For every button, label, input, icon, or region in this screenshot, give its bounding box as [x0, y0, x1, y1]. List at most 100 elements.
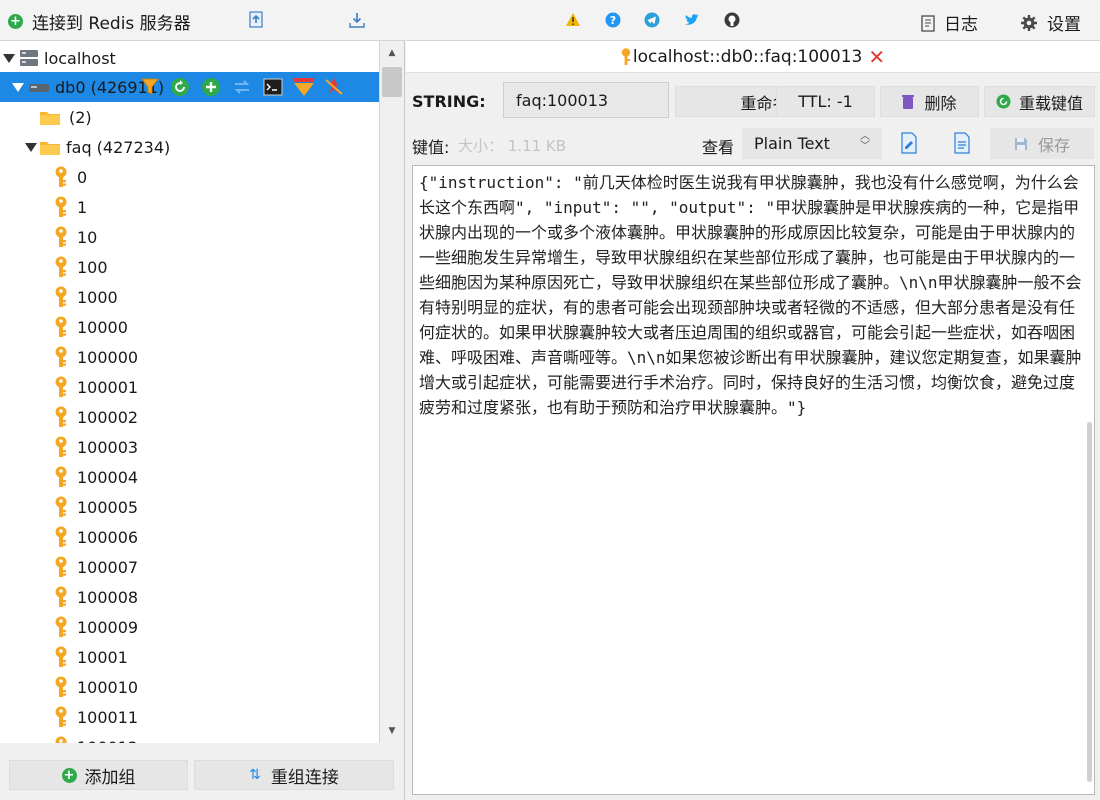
view-mode-select[interactable]: Plain Text ︿ ﹀: [742, 128, 882, 159]
telegram-icon[interactable]: [644, 12, 660, 28]
add-key-icon[interactable]: [201, 77, 221, 97]
folder-icon: [40, 111, 60, 125]
key-icon: [55, 616, 67, 637]
tree-key-item[interactable]: 100007: [0, 552, 379, 582]
value-content[interactable]: {"instruction": "前几天体检时医生说我有甲状腺囊肿，我也没有什么…: [419, 170, 1087, 420]
filter-icon[interactable]: [140, 77, 160, 97]
right-toolbar: ? 日志 设置: [406, 0, 1100, 41]
key-label: 100006: [77, 527, 139, 547]
tree-key-item[interactable]: 100004: [0, 462, 379, 492]
regroup-button[interactable]: ⇅ 重组连接: [194, 760, 394, 790]
regroup-label: 重组连接: [270, 767, 339, 788]
delete-button[interactable]: 删除: [880, 86, 979, 117]
tree-key-item[interactable]: 100002: [0, 402, 379, 432]
edit-json-icon[interactable]: [900, 132, 918, 154]
save-label: 保存: [1037, 135, 1070, 155]
tree-key-item[interactable]: 100000: [0, 342, 379, 372]
tree-key-item[interactable]: 10: [0, 222, 379, 252]
tab-title: localhost::db0::faq:100013: [632, 46, 863, 67]
trash-icon: [902, 95, 915, 109]
tree-folder-empty[interactable]: (2): [0, 102, 379, 132]
left-bottom-bar: + 添加组 ⇅ 重组连接: [0, 753, 405, 800]
folder-icon: [40, 141, 60, 155]
expand-arrow-icon[interactable]: [12, 82, 24, 92]
tab-key[interactable]: localhost::db0::faq:100013 ✕: [406, 41, 1100, 73]
tree-key-item[interactable]: 1: [0, 192, 379, 222]
add-group-button[interactable]: + 添加组: [9, 760, 188, 790]
refresh-icon[interactable]: [170, 77, 190, 97]
tree-key-item[interactable]: 100001: [0, 372, 379, 402]
expand-arrow-icon[interactable]: [3, 53, 15, 63]
tree-key-item[interactable]: 100011: [0, 702, 379, 732]
value-label: 键值:: [412, 138, 450, 157]
tree-key-item[interactable]: 100010: [0, 672, 379, 702]
key-icon: [55, 586, 67, 607]
connect-server-button[interactable]: + 连接到 Redis 服务器: [8, 9, 191, 34]
key-label: 100001: [77, 377, 139, 397]
delete-keys-icon[interactable]: [323, 77, 345, 97]
export-icon[interactable]: [348, 11, 366, 29]
key-label: 100007: [77, 557, 139, 577]
github-icon[interactable]: [724, 12, 740, 28]
scroll-up-icon[interactable]: ▲: [380, 41, 404, 65]
view-mode-value: Plain Text: [754, 134, 830, 153]
tree-key-item[interactable]: 100009: [0, 612, 379, 642]
scroll-thumb[interactable]: [382, 67, 402, 97]
tree-key-item[interactable]: 10000: [0, 312, 379, 342]
key-icon: [55, 676, 67, 697]
import-icon[interactable]: [247, 11, 265, 29]
key-label: 100005: [77, 497, 139, 517]
left-toolbar: + 连接到 Redis 服务器: [0, 0, 405, 41]
tree-key-item[interactable]: 10001: [0, 642, 379, 672]
tree-key-item[interactable]: 100005: [0, 492, 379, 522]
save-button[interactable]: 保存: [990, 128, 1094, 159]
expand-arrow-icon[interactable]: [25, 142, 37, 152]
reload-value-button[interactable]: 重载键值: [984, 86, 1095, 117]
key-icon: [55, 376, 67, 397]
console-icon[interactable]: [263, 78, 283, 96]
tree-key-item[interactable]: 100: [0, 252, 379, 282]
tree-db[interactable]: db0 (426911): [0, 72, 379, 102]
twitter-icon[interactable]: [684, 12, 700, 28]
settings-button[interactable]: 设置: [1020, 10, 1081, 35]
tree-server[interactable]: localhost: [0, 43, 379, 73]
key-label: 100011: [77, 707, 139, 727]
flush-db-icon[interactable]: [293, 77, 315, 97]
sort-icon: ⇅: [249, 767, 261, 783]
select-arrows-icon: ︿ ﹀: [860, 131, 870, 152]
editor-scrollbar[interactable]: [1087, 422, 1092, 782]
value-editor[interactable]: {"instruction": "前几天体检时医生说我有甲状腺囊肿，我也没有什么…: [412, 165, 1095, 795]
warning-icon[interactable]: [565, 12, 581, 28]
tree-key-item[interactable]: 100008: [0, 582, 379, 612]
add-group-label: 添加组: [84, 767, 136, 788]
tree-key-item[interactable]: 100003: [0, 432, 379, 462]
reload-icon[interactable]: [232, 77, 252, 97]
tree-key-item[interactable]: 100012: [0, 732, 379, 743]
add-circle-icon: +: [8, 13, 23, 29]
key-name-field[interactable]: faq:100013: [503, 82, 669, 118]
key-label: 100009: [77, 617, 139, 637]
log-button[interactable]: 日志: [921, 10, 978, 35]
tree-key-item[interactable]: 1000: [0, 282, 379, 312]
close-tab-icon[interactable]: ✕: [868, 47, 885, 67]
server-label: localhost: [44, 48, 116, 68]
key-info-bar: STRING: faq:100013 重命名键 TTL: -1 删除 重载键值: [406, 82, 1100, 120]
tree-scrollbar[interactable]: ▲ ▼: [379, 41, 404, 743]
key-label: 10: [77, 227, 98, 247]
key-label: 100: [77, 257, 108, 277]
settings-label: 设置: [1047, 15, 1081, 35]
scroll-down-icon[interactable]: ▼: [380, 719, 404, 743]
svg-text:?: ?: [610, 14, 616, 27]
tree-key-item[interactable]: 100006: [0, 522, 379, 552]
tree-key-item[interactable]: 0: [0, 162, 379, 192]
key-icon: [55, 706, 67, 727]
key-label: 100010: [77, 677, 139, 697]
folder-label: (2): [69, 107, 92, 127]
tree-folder-faq[interactable]: faq (427234): [0, 132, 379, 162]
help-icon[interactable]: ?: [605, 12, 621, 28]
key-icon: [55, 346, 67, 367]
ttl-button[interactable]: TTL: -1: [776, 86, 875, 117]
document-icon[interactable]: [953, 132, 971, 154]
key-icon: [55, 286, 67, 307]
key-icon: [55, 526, 67, 547]
